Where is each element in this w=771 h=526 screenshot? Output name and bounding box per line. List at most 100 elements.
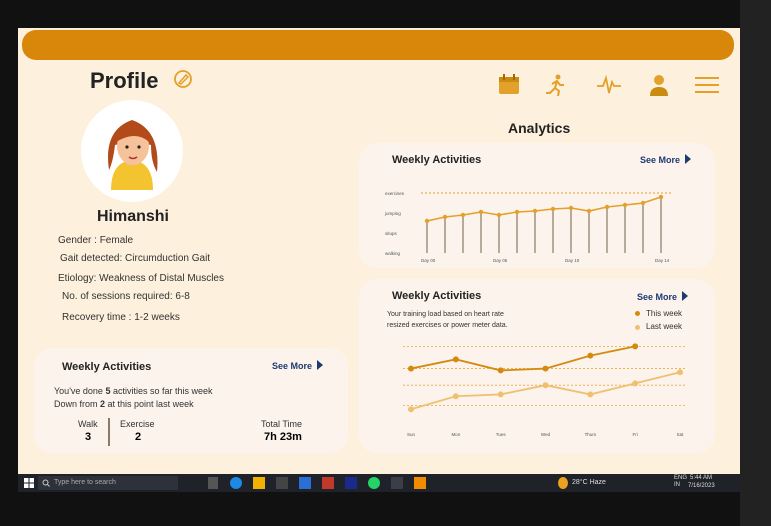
data-point <box>478 209 484 215</box>
analytics-heading: Analytics <box>508 120 571 136</box>
training-load-chart-card: Weekly Activities See More Your training… <box>359 279 715 453</box>
card-title: Weekly Activities <box>62 361 152 373</box>
search-icon <box>42 479 50 487</box>
data-point <box>424 218 430 224</box>
series-line <box>426 196 662 222</box>
data-point <box>442 214 448 220</box>
weekly-activities-chart-card: Weekly Activities See More exercises jump… <box>359 143 715 268</box>
walk-value: 3 <box>85 431 92 443</box>
user-icon[interactable] <box>646 72 672 98</box>
data-point <box>452 356 459 363</box>
data-point <box>408 406 414 413</box>
task-view-icon[interactable] <box>208 477 218 489</box>
x-tick-label: Day 00 <box>421 258 436 263</box>
menu-icon[interactable] <box>694 72 720 98</box>
data-point <box>542 365 549 372</box>
y-tick-label: jumping <box>384 211 401 216</box>
x-tick-label: Day 05 <box>493 258 508 263</box>
weekly-activities-card: Weekly Activities See More You've done 5… <box>34 348 348 453</box>
top-banner <box>22 30 734 60</box>
app-icon[interactable] <box>391 477 403 489</box>
laptop-edge <box>740 0 771 526</box>
gender-text: Gender : Female <box>58 235 134 246</box>
x-tick-label: Day 10 <box>565 258 580 263</box>
x-tick-label: Sat <box>677 432 685 437</box>
data-point <box>460 212 466 218</box>
data-point <box>622 202 628 208</box>
x-tick-label: Wed <box>541 432 551 437</box>
activity-chart: exercises jumping situps walking Day 00 Day 0… <box>384 191 671 263</box>
recovery-text: Recovery time : 1-2 weeks <box>62 312 180 323</box>
total-time-value: 7h 23m <box>264 431 302 443</box>
x-tick-label: Thurs <box>585 432 597 437</box>
y-tick-label: situps <box>385 231 398 236</box>
data-point <box>497 367 504 374</box>
x-tick-label: Fri <box>633 432 638 437</box>
app-icon[interactable] <box>345 477 357 489</box>
sessions-text: No. of sessions required: 6-8 <box>62 291 190 302</box>
etiology-text: Etiology: Weakness of Distal Muscles <box>58 273 224 284</box>
chevron-right-icon <box>317 360 324 370</box>
y-tick-label: exercises <box>385 191 405 196</box>
activity-summary-line: You've done 5 activities so far this wee… <box>54 386 213 396</box>
clock-time[interactable]: 5:44 AM <box>690 475 712 481</box>
data-point <box>497 391 504 398</box>
edit-icon[interactable] <box>173 69 193 89</box>
series-line <box>410 345 636 372</box>
app-screen: Profile Himanshi Gender : Female Gait de… <box>18 28 740 492</box>
x-tick-label: Day 14 <box>655 258 670 263</box>
store-icon[interactable] <box>276 477 288 489</box>
weather-text[interactable]: 28°C Haze <box>572 479 606 486</box>
data-point <box>658 194 664 200</box>
y-tick-label: walking <box>385 251 401 256</box>
edge-icon[interactable] <box>230 477 242 489</box>
exercise-value: 2 <box>135 431 142 443</box>
data-point <box>496 212 502 218</box>
x-tick-label: Tues <box>496 432 507 437</box>
brave-icon[interactable] <box>322 477 334 489</box>
windows-taskbar: Type here to search 28°C Haze ENG IN 5:4… <box>18 474 740 492</box>
data-point <box>514 209 520 215</box>
user-name: Himanshi <box>96 208 169 225</box>
series-line <box>410 371 681 411</box>
walk-label: Walk <box>78 419 98 429</box>
illustrator-icon[interactable] <box>414 477 426 489</box>
x-tick-label: Sun <box>407 432 416 437</box>
search-placeholder: Type here to search <box>54 479 116 486</box>
data-point <box>452 393 459 400</box>
data-point <box>532 208 538 214</box>
total-time-label: Total Time <box>261 419 303 429</box>
taskbar-search-input[interactable]: Type here to search <box>38 476 178 490</box>
training-load-chart: Sun Mon Tues Wed Thurs Fri Sat <box>403 343 685 437</box>
clock-date[interactable]: 7/16/2023 <box>688 483 715 489</box>
data-point <box>640 200 646 206</box>
x-tick-label: Mon <box>451 432 460 437</box>
file-explorer-icon[interactable] <box>253 477 265 489</box>
page-title: Profile <box>90 68 159 93</box>
whatsapp-icon[interactable] <box>368 477 380 489</box>
data-point <box>550 206 556 212</box>
data-point <box>677 369 683 376</box>
divider <box>108 418 110 446</box>
gait-text: Gait detected: Circumduction Gait <box>60 253 211 264</box>
weather-icon <box>558 477 568 489</box>
calendar-icon[interactable] <box>496 72 522 98</box>
running-icon[interactable] <box>543 72 569 98</box>
data-point <box>632 343 639 350</box>
heartbeat-icon[interactable] <box>596 72 622 98</box>
data-point <box>542 382 549 389</box>
language-indicator[interactable]: ENG IN <box>674 475 688 489</box>
exercise-label: Exercise <box>120 419 155 429</box>
data-point <box>587 391 594 398</box>
data-point <box>632 380 639 387</box>
data-point <box>568 205 574 211</box>
comparison-line: Down from 2 at this point last week <box>54 399 194 409</box>
data-point <box>604 204 610 210</box>
windows-start-icon[interactable] <box>23 477 35 489</box>
avatar <box>81 100 183 202</box>
data-point <box>587 352 594 359</box>
see-more-link[interactable]: See More <box>272 360 324 371</box>
data-point <box>586 208 592 214</box>
data-point <box>408 365 414 372</box>
mail-icon[interactable] <box>299 477 311 489</box>
